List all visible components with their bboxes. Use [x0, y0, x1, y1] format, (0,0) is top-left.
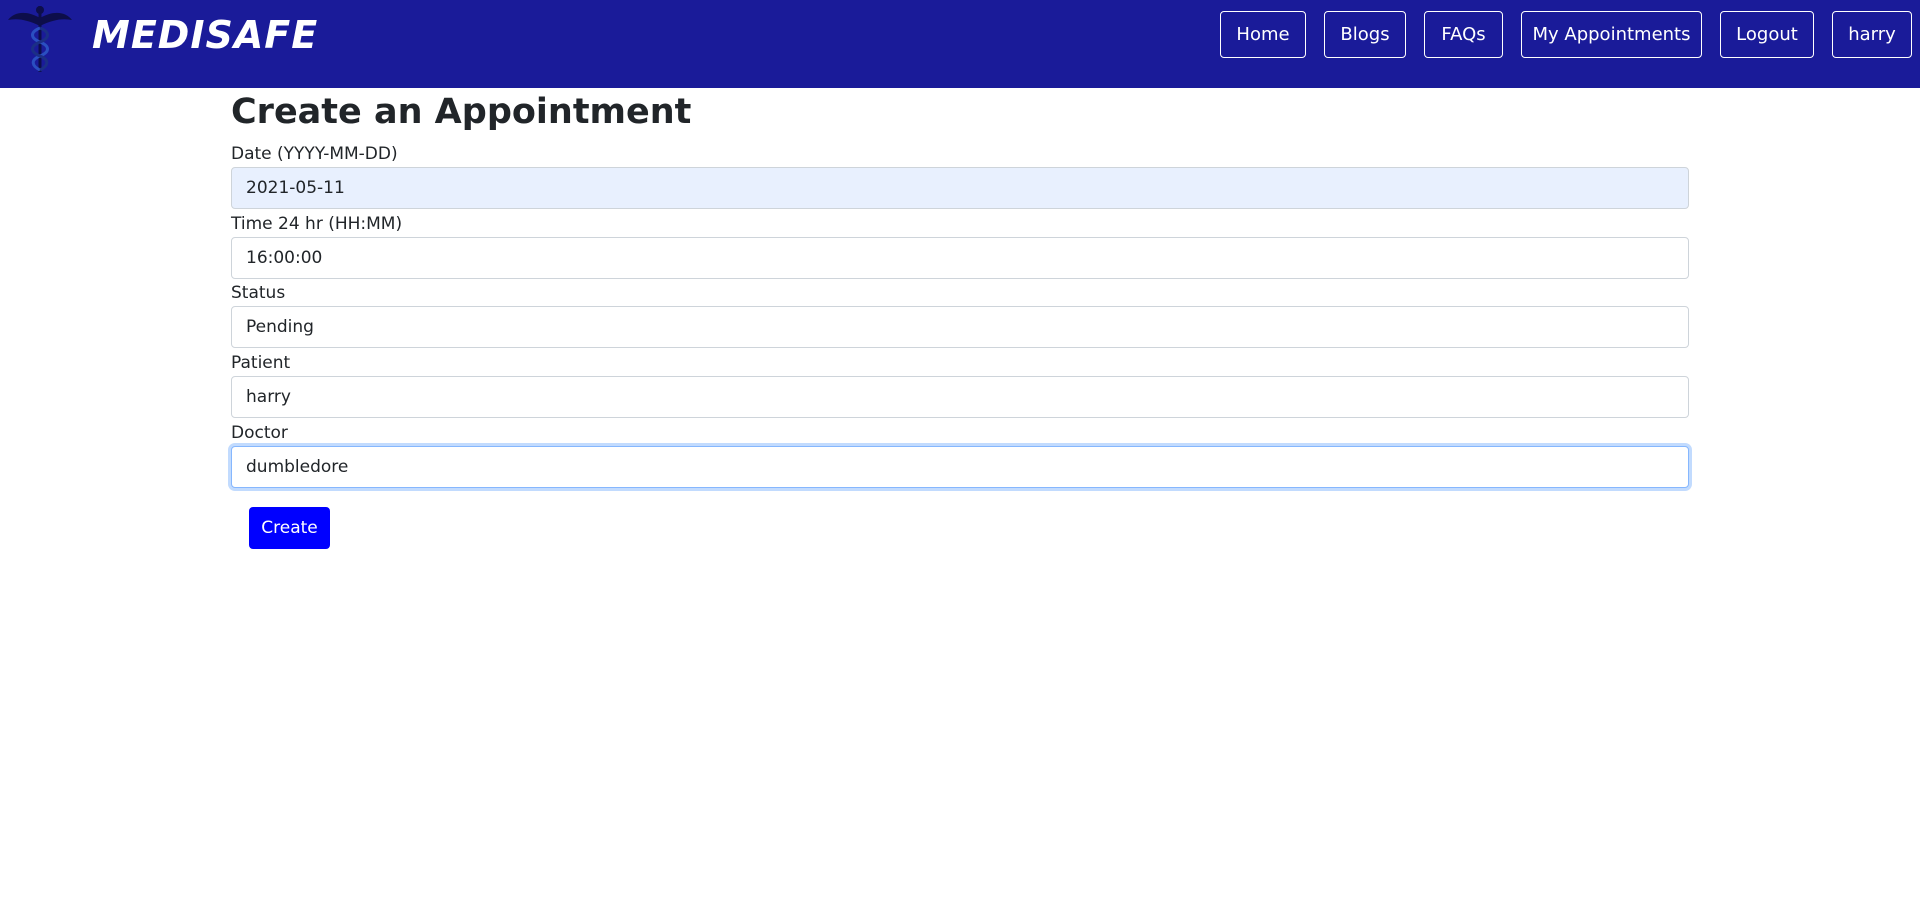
create-button[interactable]: Create [249, 507, 330, 549]
patient-input[interactable] [231, 376, 1689, 418]
nav-logout-button[interactable]: Logout [1720, 11, 1814, 58]
date-input[interactable] [231, 167, 1689, 209]
navbar: MEDISAFE Home Blogs FAQs My Appointments… [0, 0, 1920, 88]
doctor-input[interactable] [231, 446, 1689, 488]
status-input[interactable] [231, 306, 1689, 348]
status-label: Status [231, 283, 286, 303]
nav-blogs-button[interactable]: Blogs [1324, 11, 1406, 58]
date-label: Date (YYYY-MM-DD) [231, 144, 398, 164]
doctor-label: Doctor [231, 423, 288, 443]
nav-user-button[interactable]: harry [1832, 11, 1912, 58]
nav-home-button[interactable]: Home [1220, 11, 1306, 58]
patient-label: Patient [231, 353, 291, 373]
page-title: Create an Appointment [231, 92, 692, 132]
nav-my-appointments-button[interactable]: My Appointments [1521, 11, 1702, 58]
nav-faqs-button[interactable]: FAQs [1424, 11, 1503, 58]
brand-name[interactable]: MEDISAFE [92, 12, 318, 58]
time-label: Time 24 hr (HH:MM) [231, 214, 403, 234]
time-input[interactable] [231, 237, 1689, 279]
caduceus-logo-icon[interactable] [6, 4, 74, 74]
